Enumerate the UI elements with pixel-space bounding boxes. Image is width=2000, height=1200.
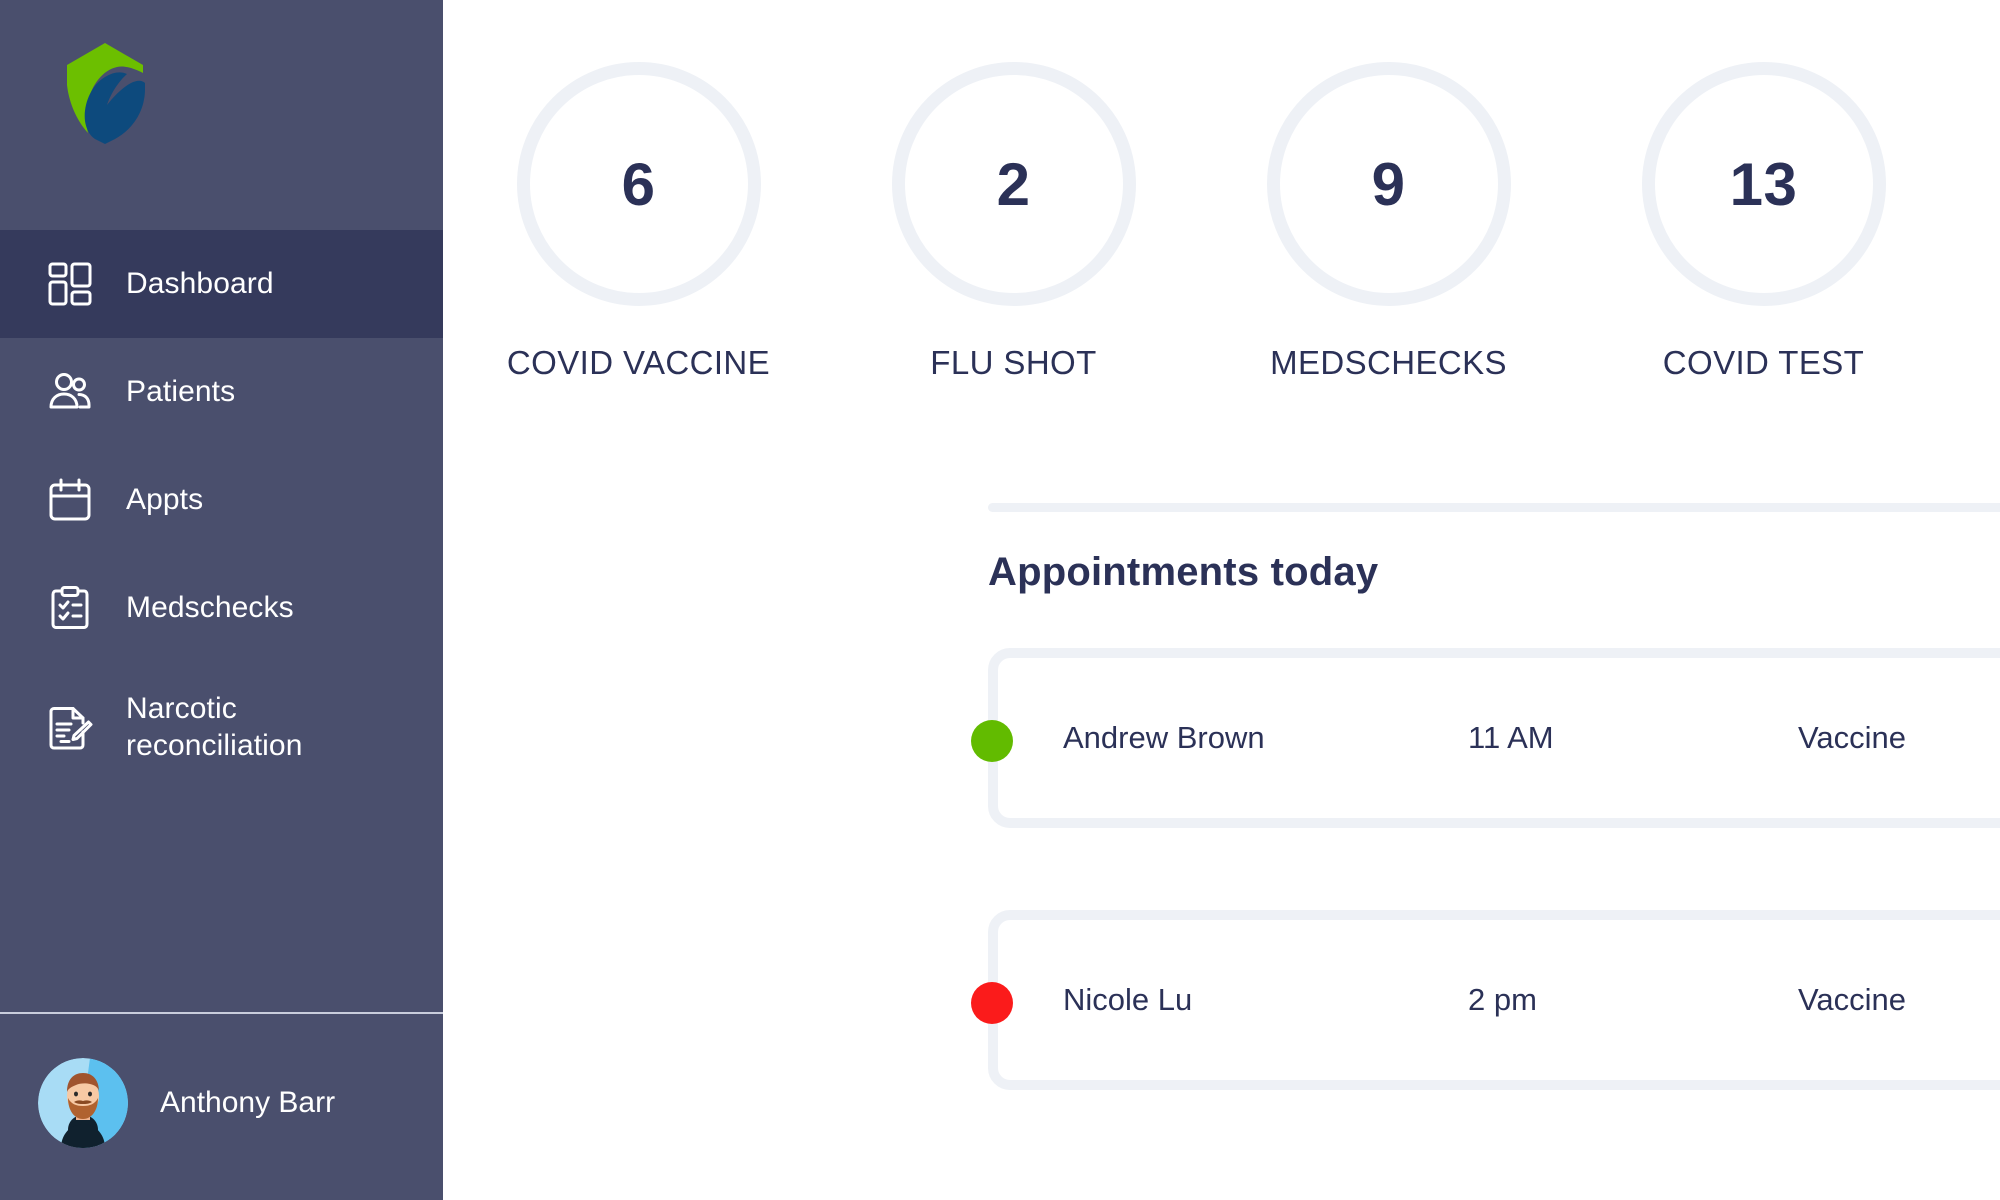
stat-label: COVID VACCINE [507, 344, 770, 382]
table-row[interactable]: Andrew Brown 11 AM Vaccine Schedule [443, 648, 2000, 828]
section-divider [988, 503, 2000, 512]
user-name: Anthony Barr [160, 1086, 335, 1120]
table-row[interactable]: Nicole Lu 2 pm Vaccine Schedule [443, 910, 2000, 1090]
avatar-bearded-man-icon [38, 1058, 128, 1148]
sidebar-item-narcotic-reconciliation[interactable]: Narcotic reconciliation [0, 662, 443, 794]
stat-circle: 6 [517, 62, 761, 306]
sidebar-item-patients[interactable]: Patients [0, 338, 443, 446]
sidebar-item-medschecks[interactable]: Medschecks [0, 554, 443, 662]
app-logo[interactable] [46, 28, 166, 148]
sidebar-item-dashboard[interactable]: Dashboard [0, 230, 443, 338]
user-profile[interactable]: Anthony Barr [38, 1058, 335, 1148]
sidebar-item-label: Medschecks [126, 590, 294, 627]
stat-value: 13 [1730, 150, 1798, 219]
main-content: 6 COVID VACCINE 2 FLU SHOT 9 MEDSCHECKS … [443, 0, 2000, 1200]
document-pencil-icon [44, 702, 96, 754]
stat-covid-test[interactable]: 13 COVID TEST [1576, 62, 1951, 382]
stat-circle: 2 [892, 62, 1136, 306]
patient-name: Andrew Brown [1063, 720, 1265, 756]
stat-value: 6 [622, 150, 656, 219]
stat-circle: 9 [1267, 62, 1511, 306]
stat-label: COVID TEST [1663, 344, 1864, 382]
stat-value: 9 [1372, 150, 1406, 219]
dashboard-page: Dashboard Patients [0, 0, 2000, 1200]
sidebar-item-label: Dashboard [126, 266, 274, 303]
appointment-type: Vaccine [1798, 720, 1906, 756]
grid-icon [44, 258, 96, 310]
stat-covid-vaccine[interactable]: 6 COVID VACCINE [451, 62, 826, 382]
avatar [38, 1058, 128, 1148]
clipboard-check-icon [44, 582, 96, 634]
appointment-type: Vaccine [1798, 982, 1906, 1018]
sidebar-nav: Dashboard Patients [0, 230, 443, 794]
sidebar: Dashboard Patients [0, 0, 443, 1200]
stat-medschecks[interactable]: 9 MEDSCHECKS [1201, 62, 1576, 382]
calendar-icon [44, 474, 96, 526]
sidebar-divider [0, 1012, 443, 1014]
stat-value: 2 [997, 150, 1031, 219]
status-badge [971, 982, 1013, 1024]
sidebar-item-label: Patients [126, 374, 235, 411]
shield-logo-icon [47, 29, 165, 147]
stat-flu-shot[interactable]: 2 FLU SHOT [826, 62, 1201, 382]
stat-label: FLU SHOT [930, 344, 1096, 382]
patient-name: Nicole Lu [1063, 982, 1192, 1018]
sidebar-item-label: Appts [126, 482, 203, 519]
page-title: Appointments today [988, 550, 1378, 595]
appointments-list: Andrew Brown 11 AM Vaccine Schedule Nico… [443, 648, 2000, 1172]
stat-label: MEDSCHECKS [1270, 344, 1507, 382]
stat-circle: 13 [1642, 62, 1886, 306]
appointment-time: 2 pm [1468, 982, 1537, 1018]
users-icon [44, 366, 96, 418]
sidebar-item-label: Narcotic reconciliation [126, 691, 376, 764]
status-badge [971, 720, 1013, 762]
appointment-time: 11 AM [1468, 720, 1554, 756]
sidebar-item-appts[interactable]: Appts [0, 446, 443, 554]
stats-row: 6 COVID VACCINE 2 FLU SHOT 9 MEDSCHECKS … [443, 0, 2000, 382]
